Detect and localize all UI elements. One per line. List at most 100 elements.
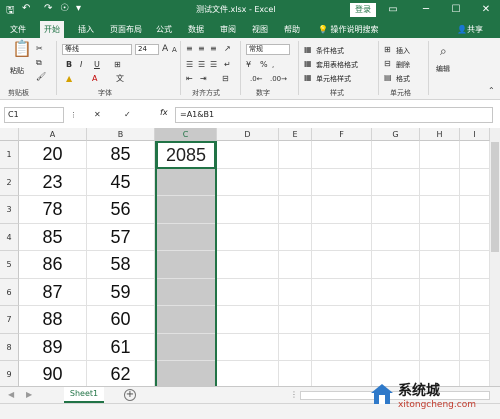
grid-cell[interactable] <box>372 278 420 306</box>
row-header[interactable]: 3 <box>0 196 19 224</box>
row-header[interactable]: 7 <box>0 306 19 334</box>
grid-cell[interactable] <box>312 251 372 279</box>
grid-cell[interactable]: 87 <box>19 278 87 306</box>
share-button[interactable]: 👤共享 <box>457 21 483 38</box>
column-header-selected[interactable]: C <box>155 128 217 141</box>
delete-cells-icon[interactable]: ⊟ <box>384 59 391 69</box>
delete-cells-button[interactable]: 删除 <box>396 60 410 70</box>
align-middle-icon[interactable]: ≡ <box>198 44 205 54</box>
collapse-ribbon-icon[interactable]: ⌃ <box>488 86 495 96</box>
copy-icon[interactable]: ⧉ <box>36 58 42 68</box>
grid-cell[interactable] <box>312 333 372 361</box>
grid-cell[interactable]: 58 <box>87 251 155 279</box>
grid-cell[interactable] <box>460 278 490 306</box>
touch-mode-icon[interactable]: ☉ <box>60 3 69 14</box>
grid-cell[interactable] <box>279 223 312 251</box>
grid-cell[interactable]: 57 <box>87 223 155 251</box>
grid-cell[interactable] <box>420 278 460 306</box>
grid-cell[interactable] <box>279 196 312 224</box>
grid-cell[interactable] <box>217 223 279 251</box>
grid-cell[interactable] <box>372 306 420 334</box>
formula-input[interactable]: =A1&B1 <box>175 107 493 123</box>
paste-label[interactable]: 粘贴 <box>10 66 24 76</box>
login-button[interactable]: 登录 <box>350 3 376 17</box>
decrease-decimal-icon[interactable]: .00→ <box>270 74 287 84</box>
phonetic-icon[interactable]: 文 <box>116 74 124 84</box>
close-icon[interactable]: ✕ <box>478 2 494 18</box>
grow-font-icon[interactable]: A <box>162 44 168 54</box>
grid-cell[interactable] <box>460 196 490 224</box>
grid-cell[interactable] <box>279 361 312 386</box>
insert-cells-button[interactable]: 插入 <box>396 46 410 56</box>
font-color-icon[interactable]: A <box>92 74 97 84</box>
grid-cell[interactable] <box>155 223 217 251</box>
grid-cell[interactable] <box>217 278 279 306</box>
name-box[interactable]: C1 <box>4 107 64 123</box>
grid-cell[interactable] <box>372 223 420 251</box>
paste-icon[interactable]: 📋 <box>12 41 32 57</box>
grid-cell[interactable]: 90 <box>19 361 87 386</box>
grid-cell[interactable] <box>312 306 372 334</box>
grid-cell[interactable] <box>312 223 372 251</box>
grid-cell[interactable]: 86 <box>19 251 87 279</box>
grid-cell[interactable] <box>460 223 490 251</box>
grid-cell[interactable] <box>420 223 460 251</box>
grid-cell[interactable] <box>460 141 490 169</box>
maximize-icon[interactable]: ☐ <box>448 2 464 18</box>
grid-cell[interactable] <box>155 278 217 306</box>
format-cells-icon[interactable]: ▤ <box>384 73 392 83</box>
font-size-select[interactable]: 24 <box>135 44 159 55</box>
editing-button[interactable]: 编辑 <box>436 64 450 74</box>
grid-cell[interactable] <box>312 278 372 306</box>
borders-icon[interactable]: ⊞ <box>114 60 121 70</box>
conditional-format-button[interactable]: 条件格式 <box>316 46 344 56</box>
next-sheet-icon[interactable]: ▶ <box>26 390 32 400</box>
grid-cell[interactable]: 23 <box>19 168 87 196</box>
align-bottom-icon[interactable]: ≡ <box>210 44 217 54</box>
increase-decimal-icon[interactable]: .0← <box>250 74 263 84</box>
grid-cell[interactable] <box>279 278 312 306</box>
orientation-icon[interactable]: ↗ <box>224 44 231 54</box>
grid-cell[interactable]: 20 <box>19 141 87 169</box>
font-name-select[interactable]: 等线 <box>62 44 132 55</box>
fill-color-icon[interactable]: ▲ <box>66 74 72 84</box>
row-header[interactable]: 5 <box>0 251 19 279</box>
cancel-icon[interactable]: ✕ <box>94 110 101 120</box>
active-cell-c1[interactable]: 2085 <box>156 141 216 169</box>
column-header[interactable]: I <box>460 128 490 141</box>
grid-cell[interactable] <box>217 333 279 361</box>
grid-cell[interactable] <box>279 168 312 196</box>
grid-cell[interactable] <box>460 251 490 279</box>
column-header[interactable]: B <box>87 128 155 141</box>
redo-icon[interactable]: ↷ <box>44 3 52 14</box>
grid-cell[interactable] <box>155 333 217 361</box>
grid-cell[interactable] <box>372 141 420 169</box>
table-format-icon[interactable]: ▦ <box>304 59 312 69</box>
grid-cell[interactable] <box>460 333 490 361</box>
grid-cell[interactable] <box>155 251 217 279</box>
grid-cell[interactable] <box>420 168 460 196</box>
grid-cell[interactable] <box>312 196 372 224</box>
tab-home[interactable]: 开始 <box>40 21 64 38</box>
grid-cell[interactable] <box>312 361 372 386</box>
row-header[interactable]: 6 <box>0 278 19 306</box>
cut-icon[interactable]: ✂ <box>36 44 43 54</box>
grid-cell[interactable] <box>312 168 372 196</box>
grid-cell[interactable] <box>279 141 312 169</box>
minimize-icon[interactable]: ─ <box>418 2 434 18</box>
grid-cell[interactable] <box>155 196 217 224</box>
row-header[interactable]: 9 <box>0 361 19 386</box>
enter-icon[interactable]: ✓ <box>124 110 131 120</box>
ribbon-display-icon[interactable]: ▭ <box>385 2 401 18</box>
tab-view[interactable]: 视图 <box>252 21 268 38</box>
table-format-button[interactable]: 套用表格格式 <box>316 60 358 70</box>
find-select-icon[interactable]: ⌕ <box>440 45 447 57</box>
grid-cell[interactable] <box>420 196 460 224</box>
grid-cell[interactable] <box>420 141 460 169</box>
grid-cell[interactable]: 85 <box>87 141 155 169</box>
row-header[interactable]: 8 <box>0 333 19 361</box>
grid-cell[interactable] <box>217 196 279 224</box>
merge-center-icon[interactable]: ⊟ <box>222 74 229 84</box>
italic-icon[interactable]: I <box>80 60 82 70</box>
column-header[interactable]: F <box>312 128 372 141</box>
